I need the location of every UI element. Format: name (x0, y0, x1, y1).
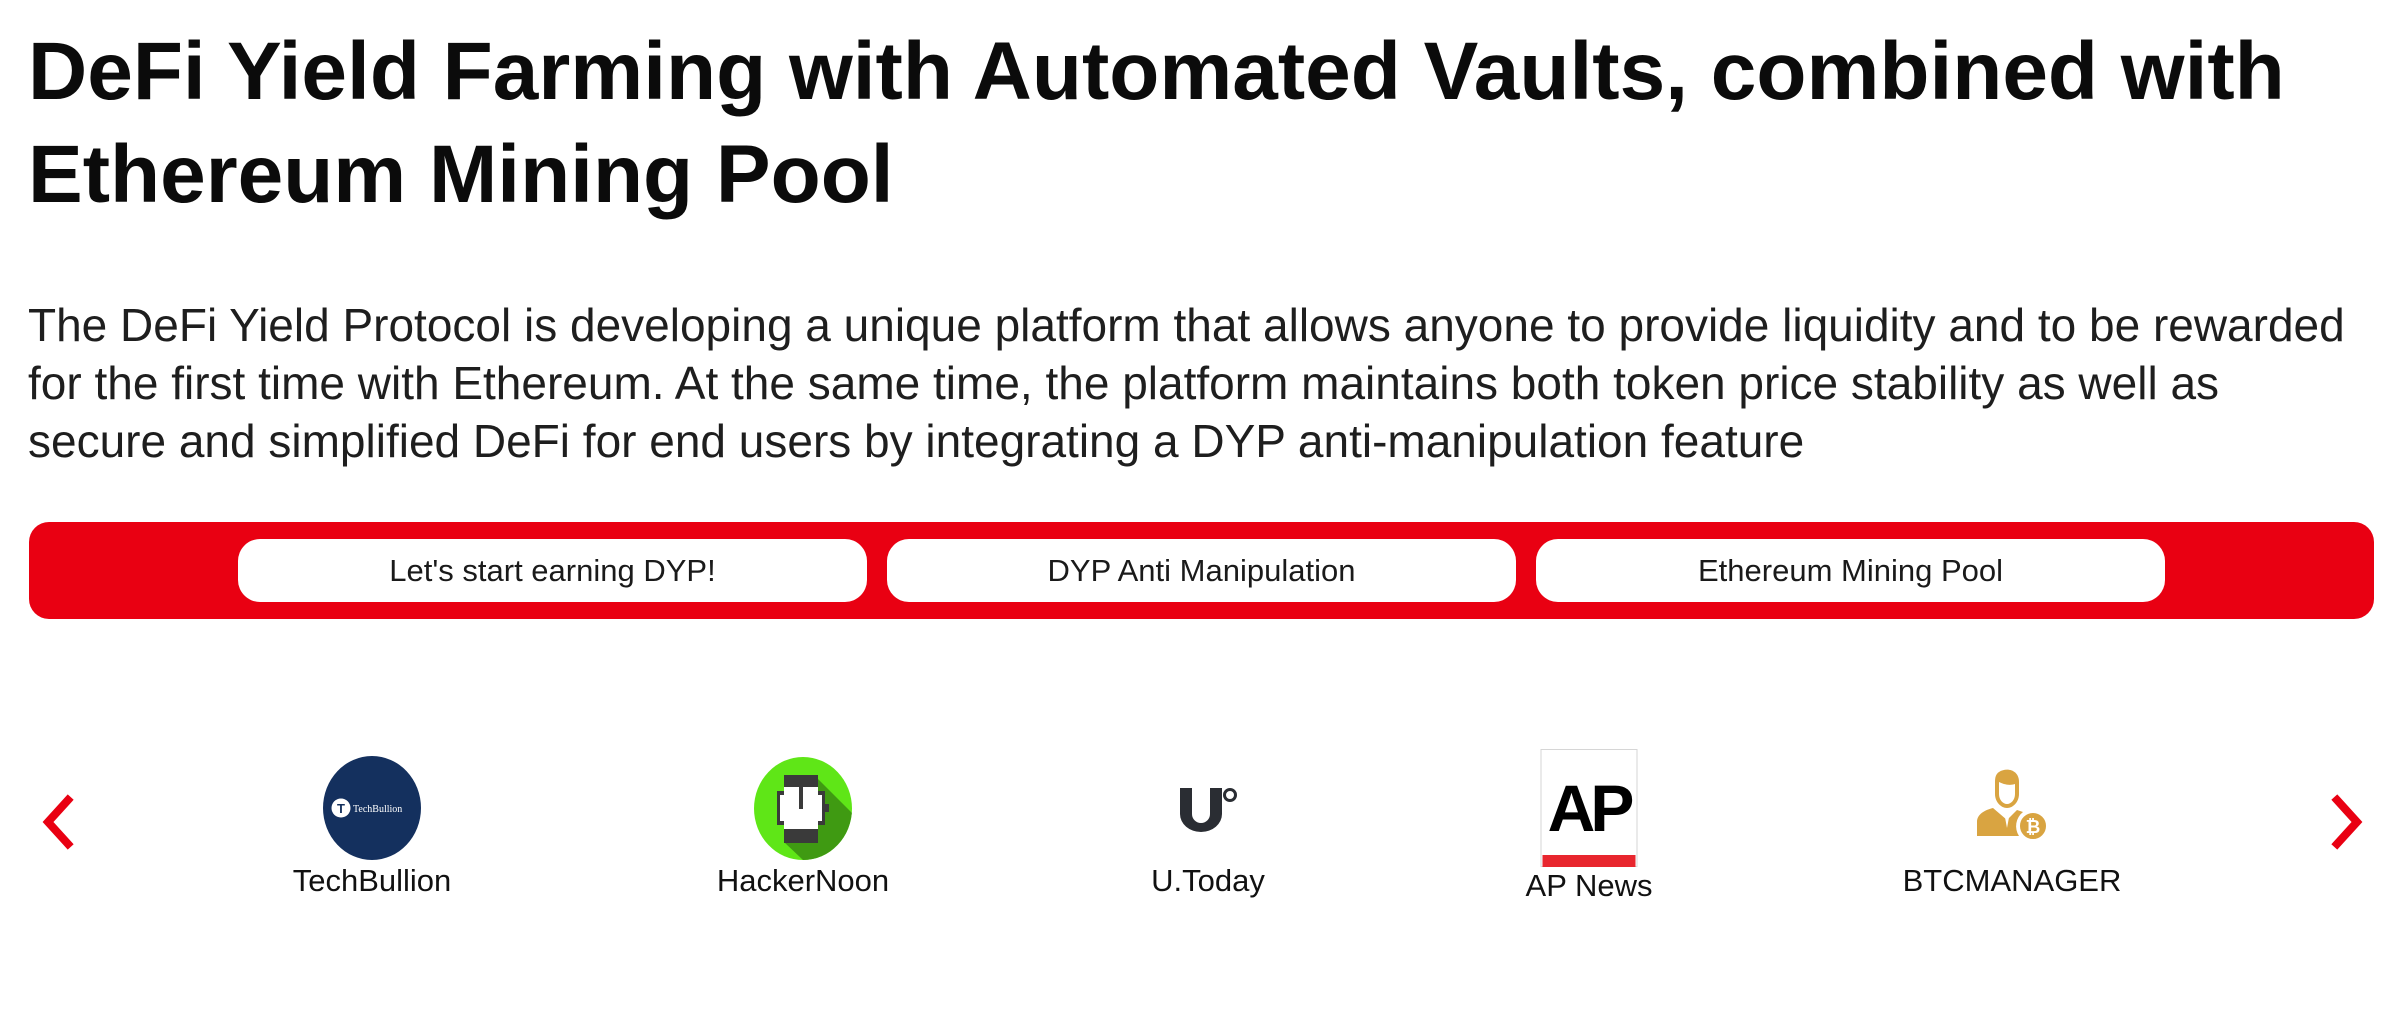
press-item-btcmanager[interactable]: ₿ BTCMANAGER (1882, 740, 2142, 915)
start-earning-button[interactable]: Let's start earning DYP! (238, 539, 867, 602)
svg-text:₿: ₿ (2026, 817, 2041, 837)
press-item-label: AP News (1525, 868, 1653, 903)
page-title: DeFi Yield Farming with Automated Vaults… (28, 26, 2285, 220)
techbullion-logo-letter: T (337, 801, 345, 816)
press-item-label: BTCMANAGER (1902, 863, 2122, 898)
chevron-left-icon (42, 794, 74, 850)
press-carousel: T TechBullion TechBullion HackerNoon U.T… (0, 740, 2400, 920)
ap-news-logo: AP (1540, 749, 1638, 867)
press-item-hackernoon[interactable]: HackerNoon (673, 740, 933, 915)
press-item-utoday[interactable]: U.Today (1078, 740, 1338, 915)
btcmanager-logo: ₿ (1977, 768, 2048, 842)
hackernoon-logo (754, 757, 852, 860)
carousel-prev-button[interactable] (38, 792, 78, 852)
press-item-techbullion[interactable]: T TechBullion TechBullion (242, 740, 502, 915)
techbullion-logo-text: TechBullion (353, 804, 402, 815)
ap-logo-text: AP (1548, 771, 1633, 845)
chevron-right-icon (2331, 794, 2363, 850)
anti-manipulation-button[interactable]: DYP Anti Manipulation (887, 539, 1516, 602)
press-item-ap-news[interactable]: AP AP News (1459, 740, 1719, 915)
press-item-label: U.Today (1151, 863, 1265, 898)
press-item-label: HackerNoon (716, 863, 890, 898)
utoday-logo (1178, 786, 1238, 832)
techbullion-logo: T TechBullion (323, 756, 421, 860)
mining-pool-button[interactable]: Ethereum Mining Pool (1536, 539, 2165, 602)
press-item-label: TechBullion (292, 863, 452, 898)
cta-bar: Let's start earning DYP! DYP Anti Manipu… (29, 522, 2374, 619)
carousel-next-button[interactable] (2327, 792, 2367, 852)
page-description: The DeFi Yield Protocol is developing a … (28, 299, 2345, 467)
